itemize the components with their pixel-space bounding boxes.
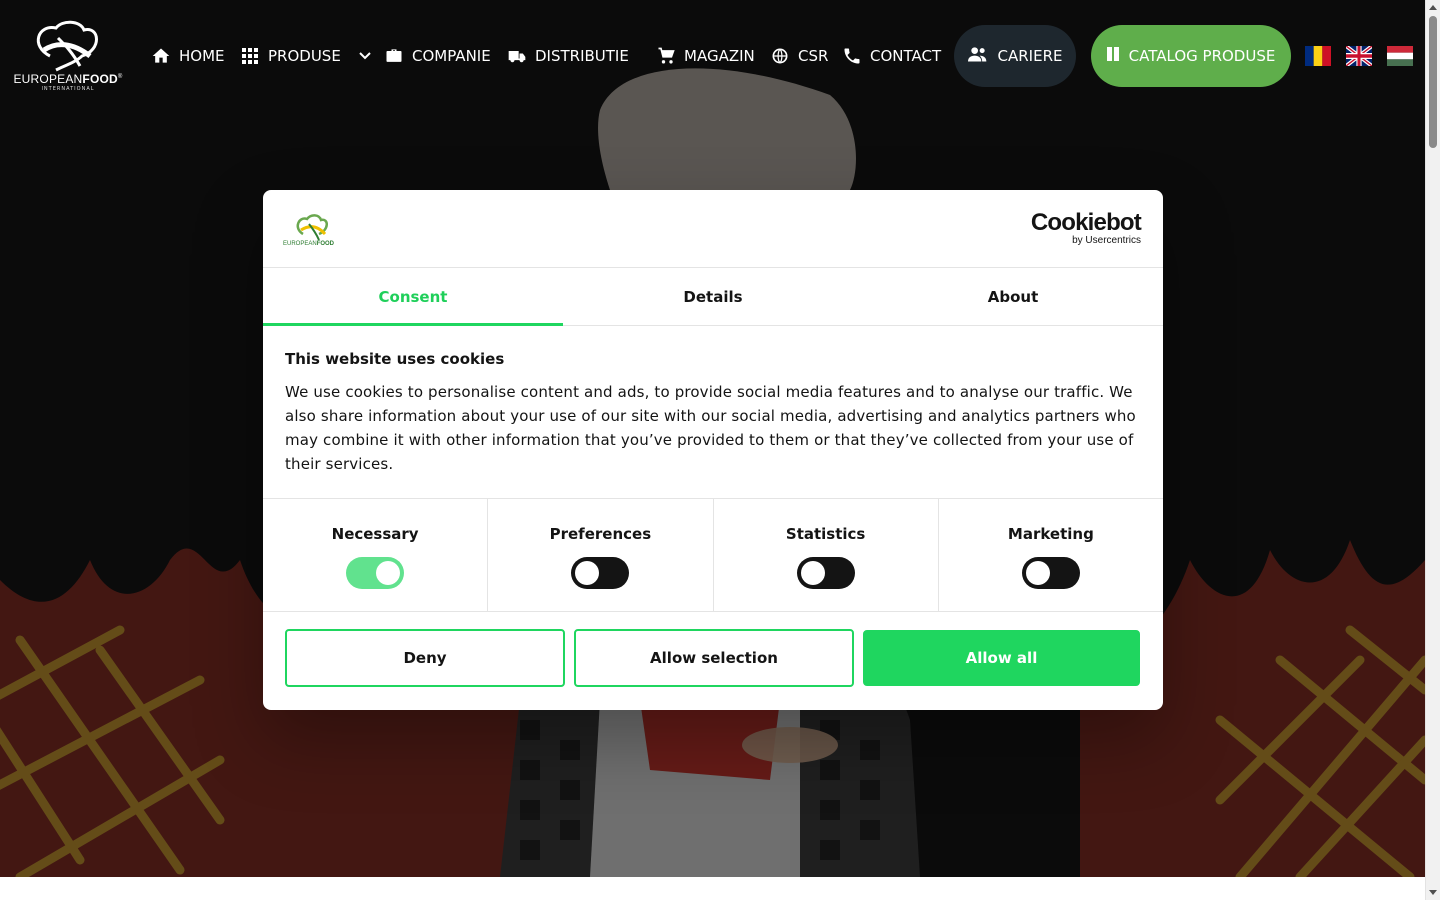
dialog-title: This website uses cookies: [285, 350, 505, 368]
svg-text:EUROPEANFOOD: EUROPEANFOOD: [283, 241, 335, 246]
tab-consent[interactable]: Consent: [263, 268, 563, 326]
catalog-produse-label: CATALOG PRODUSE: [1128, 47, 1276, 65]
preferences-toggle[interactable]: [571, 557, 630, 589]
nav-magazin[interactable]: MAGAZIN: [656, 44, 755, 68]
cart-icon: [656, 46, 676, 66]
category-preferences: Preferences: [488, 499, 714, 611]
dialog-body: This website uses cookies We use cookies…: [263, 326, 1163, 499]
book-icon: [1106, 47, 1119, 65]
category-label: Preferences: [549, 525, 652, 543]
toggle-knob: [800, 561, 825, 585]
catalog-produse-button[interactable]: CATALOG PRODUSE: [1091, 25, 1291, 87]
nav-contact-label: CONTACT: [870, 47, 942, 65]
nav-distributie[interactable]: DISTRIBUTIE: [507, 44, 629, 68]
flag-hungary-icon[interactable]: [1387, 46, 1413, 66]
chevron-down-icon: [355, 46, 375, 66]
grid-icon: [240, 46, 260, 66]
toggle-knob: [575, 561, 600, 585]
flag-romania-icon[interactable]: [1305, 46, 1331, 66]
cariere-button[interactable]: CARIERE: [954, 25, 1076, 87]
nav-contact[interactable]: CONTACT: [842, 44, 941, 68]
nav-produse-label: PRODUSE: [268, 47, 341, 65]
nav-csr[interactable]: CSR: [770, 44, 828, 68]
european-food-logo[interactable]: EUROPEANFOOD® INTERNATIONAL: [10, 16, 126, 92]
nav-produse[interactable]: PRODUSE: [240, 44, 375, 68]
nav-magazin-label: MAGAZIN: [684, 47, 755, 65]
scroll-up-arrow-icon[interactable]: [1429, 5, 1437, 10]
tab-about[interactable]: About: [863, 268, 1163, 325]
deny-button[interactable]: Deny: [285, 629, 565, 687]
scroll-down-arrow-icon[interactable]: [1429, 890, 1437, 895]
home-icon: [151, 46, 171, 66]
handshake-globe-icon: [770, 46, 790, 66]
category-label: Marketing: [1007, 525, 1094, 543]
category-necessary: Necessary: [263, 499, 489, 611]
nav-distributie-label: DISTRIBUTIE: [535, 47, 629, 65]
nav-home-label: HOME: [179, 47, 225, 65]
truck-icon: [507, 46, 527, 66]
european-food-small-logo: EUROPEANFOOD: [283, 214, 335, 246]
dialog-header: EUROPEANFOOD Cookiebot by Usercentrics: [263, 190, 1163, 268]
phone-icon: [842, 46, 862, 66]
flag-uk-icon[interactable]: [1346, 46, 1372, 66]
category-statistics: Statistics: [714, 499, 939, 611]
scroll-thumb[interactable]: [1429, 16, 1437, 148]
nav-companie[interactable]: COMPANIE: [384, 44, 491, 68]
nav-home[interactable]: HOME: [151, 44, 225, 68]
toggle-knob: [376, 561, 401, 585]
cookiebot-brand: Cookiebot by Usercentrics: [1030, 209, 1142, 247]
allow-selection-button[interactable]: Allow selection: [574, 629, 854, 687]
dialog-description: We use cookies to personalise content an…: [285, 383, 1136, 473]
cookie-consent-dialog: EUROPEANFOOD Cookiebot by Usercentrics C…: [263, 190, 1163, 710]
site-header: EUROPEANFOOD® INTERNATIONAL HOME PRODUSE…: [0, 0, 1425, 112]
users-icon: [967, 46, 988, 66]
dialog-actions: Deny Allow selection Allow all: [263, 612, 1163, 687]
necessary-toggle[interactable]: [346, 557, 405, 589]
briefcase-icon: [384, 46, 404, 66]
page-scrollbar[interactable]: [1425, 0, 1440, 900]
toggle-knob: [1025, 561, 1050, 585]
logo-mark-icon: [36, 20, 98, 72]
logo-subtitle: INTERNATIONAL: [41, 86, 95, 92]
logo-wordmark: EUROPEANFOOD®: [13, 72, 123, 86]
dialog-tabs: Consent Details About: [263, 268, 1163, 326]
cookie-category-toggles: Necessary Preferences Statistics Marketi…: [263, 499, 1163, 612]
category-marketing: Marketing: [939, 499, 1163, 611]
allow-all-button[interactable]: Allow all: [863, 630, 1140, 686]
cariere-label: CARIERE: [997, 47, 1063, 65]
category-label: Necessary: [331, 525, 419, 543]
category-label: Statistics: [785, 525, 866, 543]
tab-details[interactable]: Details: [563, 268, 863, 325]
nav-companie-label: COMPANIE: [412, 47, 491, 65]
statistics-toggle[interactable]: [796, 557, 855, 589]
nav-csr-label: CSR: [798, 47, 829, 65]
marketing-toggle[interactable]: [1021, 557, 1080, 589]
page-content-strip: [0, 877, 1425, 900]
